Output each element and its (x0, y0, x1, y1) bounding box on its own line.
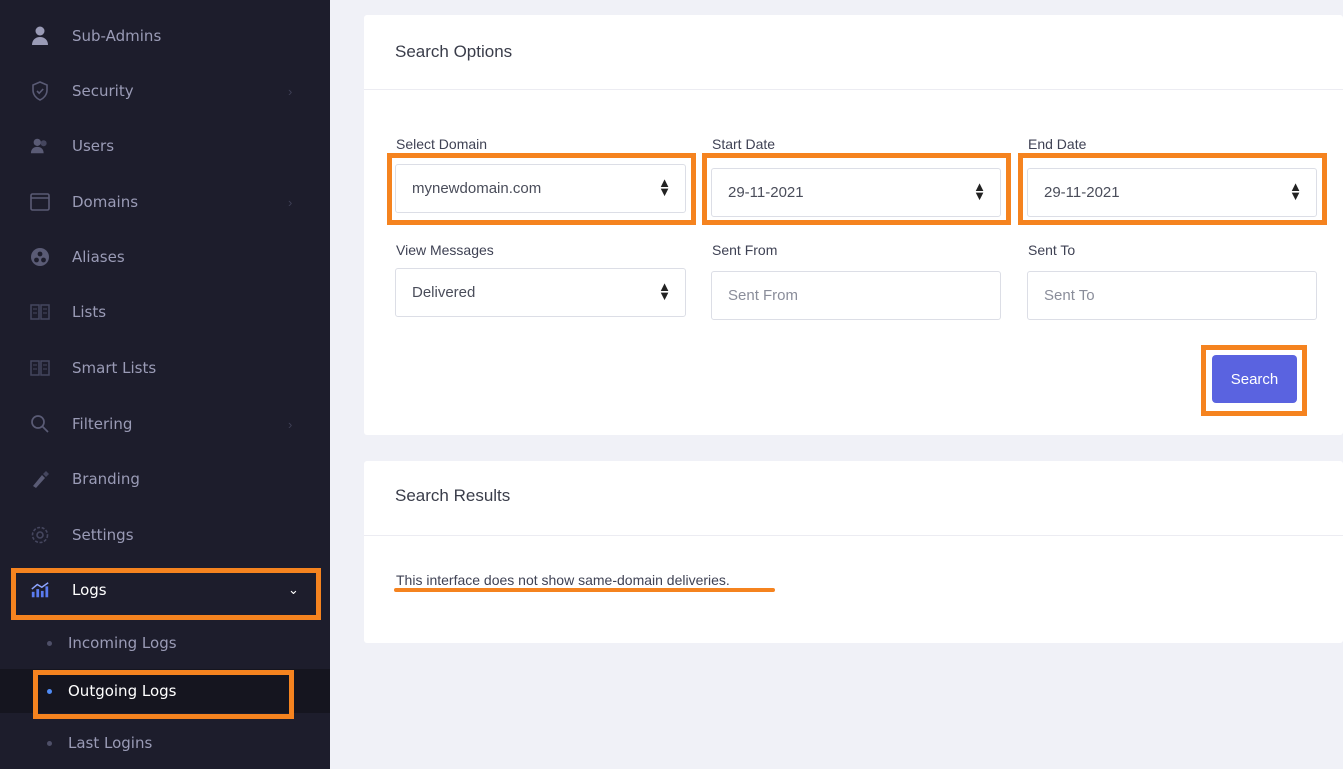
select-domain-dropdown[interactable]: mynewdomain.com ▲ ▼ (395, 164, 686, 213)
search-icon (30, 414, 50, 434)
sidebar-item-label: Logs (72, 581, 107, 599)
sort-arrows-icon: ▲ ▼ (658, 175, 671, 199)
shield-icon (30, 81, 50, 101)
sidebar-item-label: Settings (72, 526, 134, 544)
search-button[interactable]: Search (1212, 355, 1297, 403)
alias-icon (30, 247, 50, 267)
select-domain-label: Select Domain (396, 136, 488, 152)
sidebar-item-label: Security (72, 82, 134, 100)
users-icon (30, 136, 50, 156)
chart-icon (30, 580, 50, 600)
sidebar-subitem-label: Outgoing Logs (68, 682, 177, 700)
sidebar-item-domains[interactable]: Domains › (0, 180, 330, 224)
sidebar-subitem-last-logins[interactable]: Last Logins (0, 721, 330, 765)
bullet-icon (47, 688, 52, 694)
sidebar-item-label: Filtering (72, 415, 133, 433)
end-date-dropdown[interactable]: 29-11-2021 ▲ ▼ (1027, 168, 1317, 217)
gear-icon (30, 525, 50, 545)
end-date-label: End Date (1028, 136, 1087, 152)
sidebar-item-label: Domains (72, 193, 139, 211)
sent-from-input[interactable]: Sent From (711, 271, 1001, 320)
sidebar-item-branding[interactable]: Branding (0, 457, 330, 501)
sidebar-item-sub-admins[interactable]: Sub-Admins (0, 14, 330, 58)
select-domain-value: mynewdomain.com (412, 180, 542, 197)
chevron-right-icon: › (288, 83, 293, 99)
brush-icon (30, 469, 50, 489)
sort-arrows-icon: ▲ ▼ (658, 279, 671, 303)
sidebar-item-label: Branding (72, 470, 140, 488)
divider (364, 89, 1343, 90)
chevron-right-icon: › (288, 194, 293, 210)
window-icon (30, 192, 50, 212)
book-icon (30, 302, 50, 322)
sidebar-item-label: Users (72, 137, 115, 155)
card-title: Search Options (395, 42, 513, 61)
sidebar-item-label: Smart Lists (72, 359, 157, 377)
sidebar-item-label: Lists (72, 303, 107, 321)
sidebar-item-security[interactable]: Security › (0, 69, 330, 113)
sent-from-placeholder: Sent From (728, 287, 799, 304)
sent-from-label: Sent From (712, 242, 778, 258)
sidebar-item-filtering[interactable]: Filtering › (0, 402, 330, 446)
sidebar-subitem-label: Incoming Logs (68, 634, 177, 652)
search-results-card: Search Results (364, 461, 1343, 643)
view-messages-dropdown[interactable]: Delivered ▲ ▼ (395, 268, 686, 317)
sidebar-item-lists[interactable]: Lists (0, 290, 330, 334)
sort-arrows-icon: ▲ ▼ (1289, 179, 1302, 203)
search-options-card: Search Options (364, 15, 1343, 435)
card-title: Search Results (395, 486, 511, 505)
sort-arrows-icon: ▲ ▼ (973, 179, 986, 203)
sidebar-item-aliases[interactable]: Aliases (0, 235, 330, 279)
view-messages-value: Delivered (412, 284, 476, 301)
sidebar-item-smart-lists[interactable]: Smart Lists (0, 346, 330, 390)
sidebar-item-users[interactable]: Users (0, 124, 330, 168)
highlight-underline-note (394, 588, 775, 592)
sent-to-input[interactable]: Sent To (1027, 271, 1317, 320)
end-date-value: 29-11-2021 (1044, 184, 1120, 201)
sidebar-item-label: Sub-Admins (72, 27, 162, 45)
sidebar-subitem-outgoing-logs[interactable]: Outgoing Logs (0, 669, 330, 713)
sent-to-placeholder: Sent To (1044, 287, 1095, 304)
bullet-icon (47, 640, 52, 646)
chevron-down-icon: ⌄ (288, 582, 299, 597)
start-date-label: Start Date (712, 136, 776, 152)
divider (364, 535, 1343, 536)
sidebar-item-logs[interactable]: Logs ⌄ (0, 568, 330, 612)
sidebar-item-label: Aliases (72, 248, 125, 266)
results-note: This interface does not show same-domain… (396, 572, 730, 588)
chevron-right-icon: › (288, 416, 293, 432)
sidebar: Sub-Admins Security › Users Domains › Al… (0, 0, 330, 769)
start-date-dropdown[interactable]: 29-11-2021 ▲ ▼ (711, 168, 1001, 217)
start-date-value: 29-11-2021 (728, 184, 804, 201)
sent-to-label: Sent To (1028, 242, 1076, 258)
bullet-icon (47, 740, 52, 746)
user-icon (30, 26, 50, 46)
view-messages-label: View Messages (396, 242, 494, 258)
sidebar-item-settings[interactable]: Settings (0, 513, 330, 557)
sidebar-subitem-label: Last Logins (68, 734, 153, 752)
book-icon (30, 358, 50, 378)
sidebar-subitem-incoming-logs[interactable]: Incoming Logs (0, 621, 330, 665)
